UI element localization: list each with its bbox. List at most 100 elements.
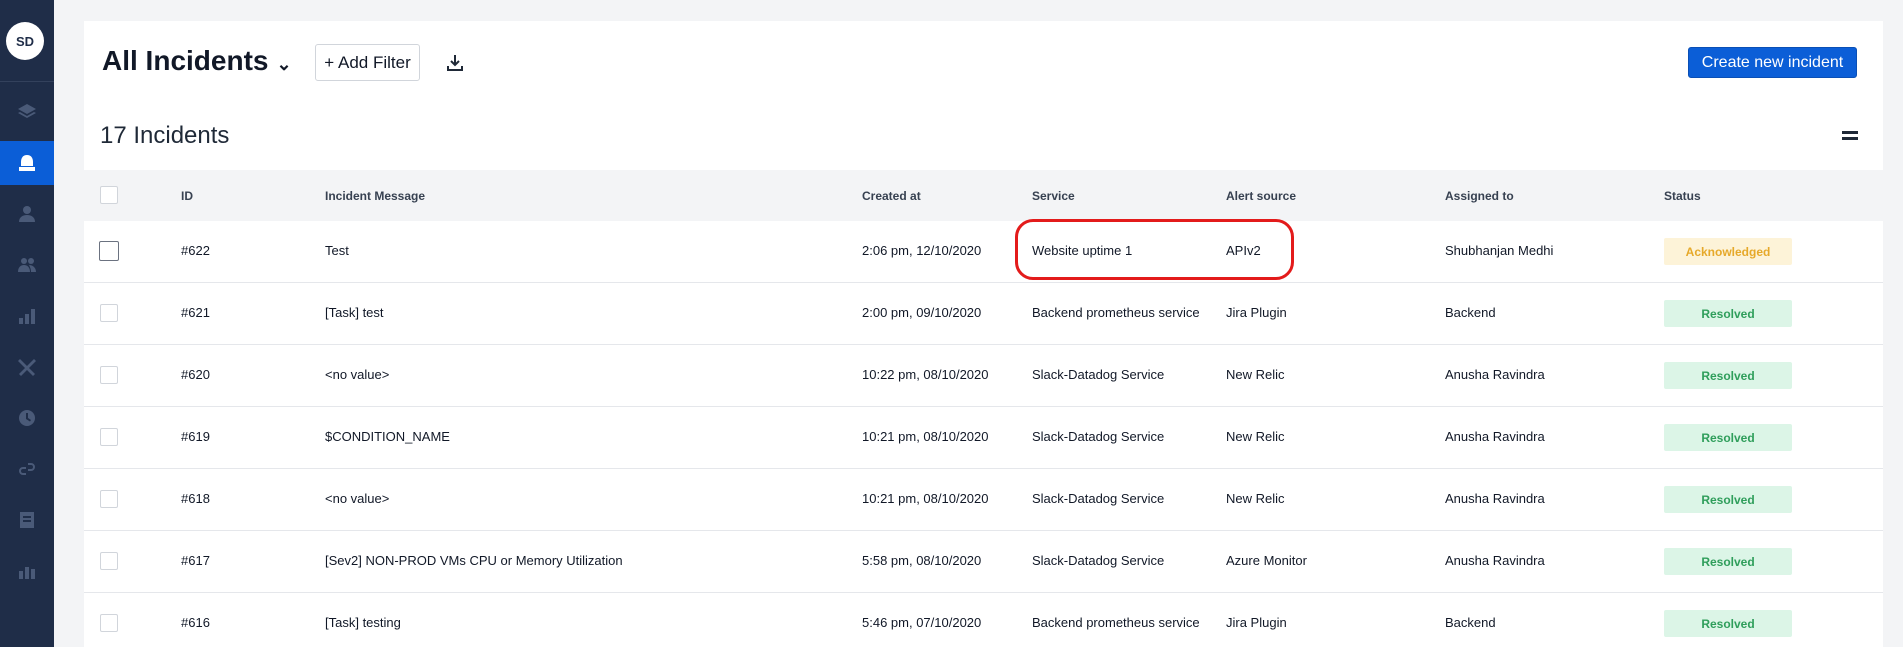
table-row[interactable]: #618 <no value> 10:21 pm, 08/10/2020 Sla… — [84, 469, 1883, 531]
incident-id[interactable]: #622 — [181, 243, 210, 258]
incident-alert-source: New Relic — [1226, 429, 1285, 444]
incident-created: 2:06 pm, 12/10/2020 — [862, 243, 982, 258]
page-title[interactable]: All Incidents ⌄ — [102, 45, 292, 77]
incident-service: Backend prometheus service — [1032, 615, 1200, 630]
clock-icon — [19, 410, 35, 426]
incident-message[interactable]: [Task] testing — [325, 615, 401, 630]
select-all-checkbox[interactable] — [100, 186, 118, 204]
table-row[interactable]: #619 $CONDITION_NAME 10:21 pm, 08/10/202… — [84, 407, 1883, 469]
checklist-icon — [20, 512, 34, 528]
column-header-id[interactable]: ID — [181, 189, 193, 203]
integrations-icon — [19, 463, 35, 475]
incidents-panel: All Incidents ⌄ + Add Filter Create new … — [84, 21, 1883, 647]
incident-alert-source: Jira Plugin — [1226, 305, 1287, 320]
incident-created: 10:21 pm, 08/10/2020 — [862, 491, 989, 506]
status-badge: Resolved — [1664, 610, 1792, 637]
incident-created: 5:46 pm, 07/10/2020 — [862, 615, 982, 630]
status-badge: Resolved — [1664, 424, 1792, 451]
incident-created: 5:58 pm, 08/10/2020 — [862, 553, 982, 568]
incident-assignee: Anusha Ravindra — [1445, 553, 1545, 568]
incident-created: 2:00 pm, 09/10/2020 — [862, 305, 982, 320]
incident-alert-source: New Relic — [1226, 367, 1285, 382]
table-row[interactable]: #620 <no value> 10:22 pm, 08/10/2020 Sla… — [84, 345, 1883, 407]
status-badge: Resolved — [1664, 548, 1792, 575]
sidebar-item-integrations[interactable] — [0, 447, 54, 491]
incident-message[interactable]: [Sev2] NON-PROD VMs CPU or Memory Utiliz… — [325, 553, 623, 568]
sidebar-item-history[interactable] — [0, 396, 54, 440]
row-checkbox[interactable] — [100, 552, 118, 570]
incidents-icon — [19, 155, 35, 171]
create-incident-button[interactable]: Create new incident — [1688, 47, 1857, 78]
incident-assignee: Backend — [1445, 305, 1496, 320]
sidebar: SD — [0, 0, 54, 647]
incident-alert-source: Jira Plugin — [1226, 615, 1287, 630]
column-header-assigned[interactable]: Assigned to — [1445, 189, 1514, 203]
row-checkbox[interactable] — [100, 366, 118, 384]
sidebar-item-layers[interactable] — [0, 90, 54, 134]
table-row[interactable]: #621 [Task] test 2:00 pm, 09/10/2020 Bac… — [84, 283, 1883, 345]
table-row[interactable]: #616 [Task] testing 5:46 pm, 07/10/2020 … — [84, 593, 1883, 647]
layers-icon — [18, 104, 36, 118]
sidebar-item-analytics[interactable] — [0, 294, 54, 338]
incident-count: 17 Incidents — [100, 122, 230, 149]
incident-service: Slack-Datadog Service — [1032, 429, 1165, 444]
column-header-alert-source[interactable]: Alert source — [1226, 189, 1296, 203]
incident-message[interactable]: $CONDITION_NAME — [325, 429, 450, 444]
incident-service: Website uptime 1 — [1032, 243, 1133, 258]
status-badge: Resolved — [1664, 362, 1792, 389]
row-checkbox[interactable] — [100, 304, 118, 322]
incident-id[interactable]: #621 — [181, 305, 210, 320]
sidebar-item-tools[interactable] — [0, 345, 54, 389]
column-header-status[interactable]: Status — [1664, 189, 1701, 203]
sidebar-item-users[interactable] — [0, 192, 54, 236]
incident-id[interactable]: #618 — [181, 491, 210, 506]
incident-assignee: Anusha Ravindra — [1445, 429, 1545, 444]
user-icon — [19, 206, 35, 222]
incident-assignee: Backend — [1445, 615, 1496, 630]
incident-message[interactable]: [Task] test — [325, 305, 384, 320]
incident-created: 10:21 pm, 08/10/2020 — [862, 429, 989, 444]
column-header-message[interactable]: Incident Message — [325, 189, 425, 203]
row-checkbox[interactable] — [100, 614, 118, 632]
incident-assignee: Anusha Ravindra — [1445, 367, 1545, 382]
column-header-service[interactable]: Service — [1032, 189, 1075, 203]
column-header-created[interactable]: Created at — [862, 189, 921, 203]
sidebar-item-incidents[interactable] — [0, 141, 54, 185]
page-title-text: All Incidents — [102, 45, 269, 76]
download-icon[interactable] — [442, 50, 468, 76]
table-row[interactable]: #617 [Sev2] NON-PROD VMs CPU or Memory U… — [84, 531, 1883, 593]
add-filter-button[interactable]: + Add Filter — [315, 44, 420, 81]
sidebar-item-teams[interactable] — [0, 243, 54, 287]
incident-alert-source: New Relic — [1226, 491, 1285, 506]
avatar[interactable]: SD — [6, 22, 44, 60]
row-checkbox[interactable] — [100, 428, 118, 446]
incident-id[interactable]: #620 — [181, 367, 210, 382]
incident-service: Slack-Datadog Service — [1032, 553, 1165, 568]
incident-message[interactable]: <no value> — [325, 367, 389, 382]
row-checkbox[interactable] — [99, 241, 119, 261]
chart-icon — [19, 567, 35, 579]
incident-id[interactable]: #616 — [181, 615, 210, 630]
sidebar-divider — [0, 81, 54, 82]
incident-alert-source: Azure Monitor — [1226, 553, 1307, 568]
incident-id[interactable]: #619 — [181, 429, 210, 444]
team-icon — [18, 258, 36, 272]
column-menu-icon[interactable] — [1842, 131, 1858, 143]
incident-service: Slack-Datadog Service — [1032, 367, 1165, 382]
chevron-down-icon[interactable]: ⌄ — [276, 54, 291, 75]
incident-assignee: Shubhanjan Medhi — [1445, 243, 1554, 258]
table-header: ID Incident Message Created at Service A… — [84, 170, 1883, 221]
incident-service: Slack-Datadog Service — [1032, 491, 1165, 506]
status-badge: Resolved — [1664, 486, 1792, 513]
sidebar-item-reports[interactable] — [0, 549, 54, 593]
incident-message[interactable]: <no value> — [325, 491, 389, 506]
incident-message[interactable]: Test — [325, 243, 349, 258]
table-row[interactable]: #622 Test 2:06 pm, 12/10/2020 Website up… — [84, 221, 1883, 283]
analytics-icon — [19, 309, 35, 324]
status-badge: Acknowledged — [1664, 238, 1792, 265]
incident-id[interactable]: #617 — [181, 553, 210, 568]
incident-created: 10:22 pm, 08/10/2020 — [862, 367, 989, 382]
status-badge: Resolved — [1664, 300, 1792, 327]
row-checkbox[interactable] — [100, 490, 118, 508]
sidebar-item-checklist[interactable] — [0, 498, 54, 542]
